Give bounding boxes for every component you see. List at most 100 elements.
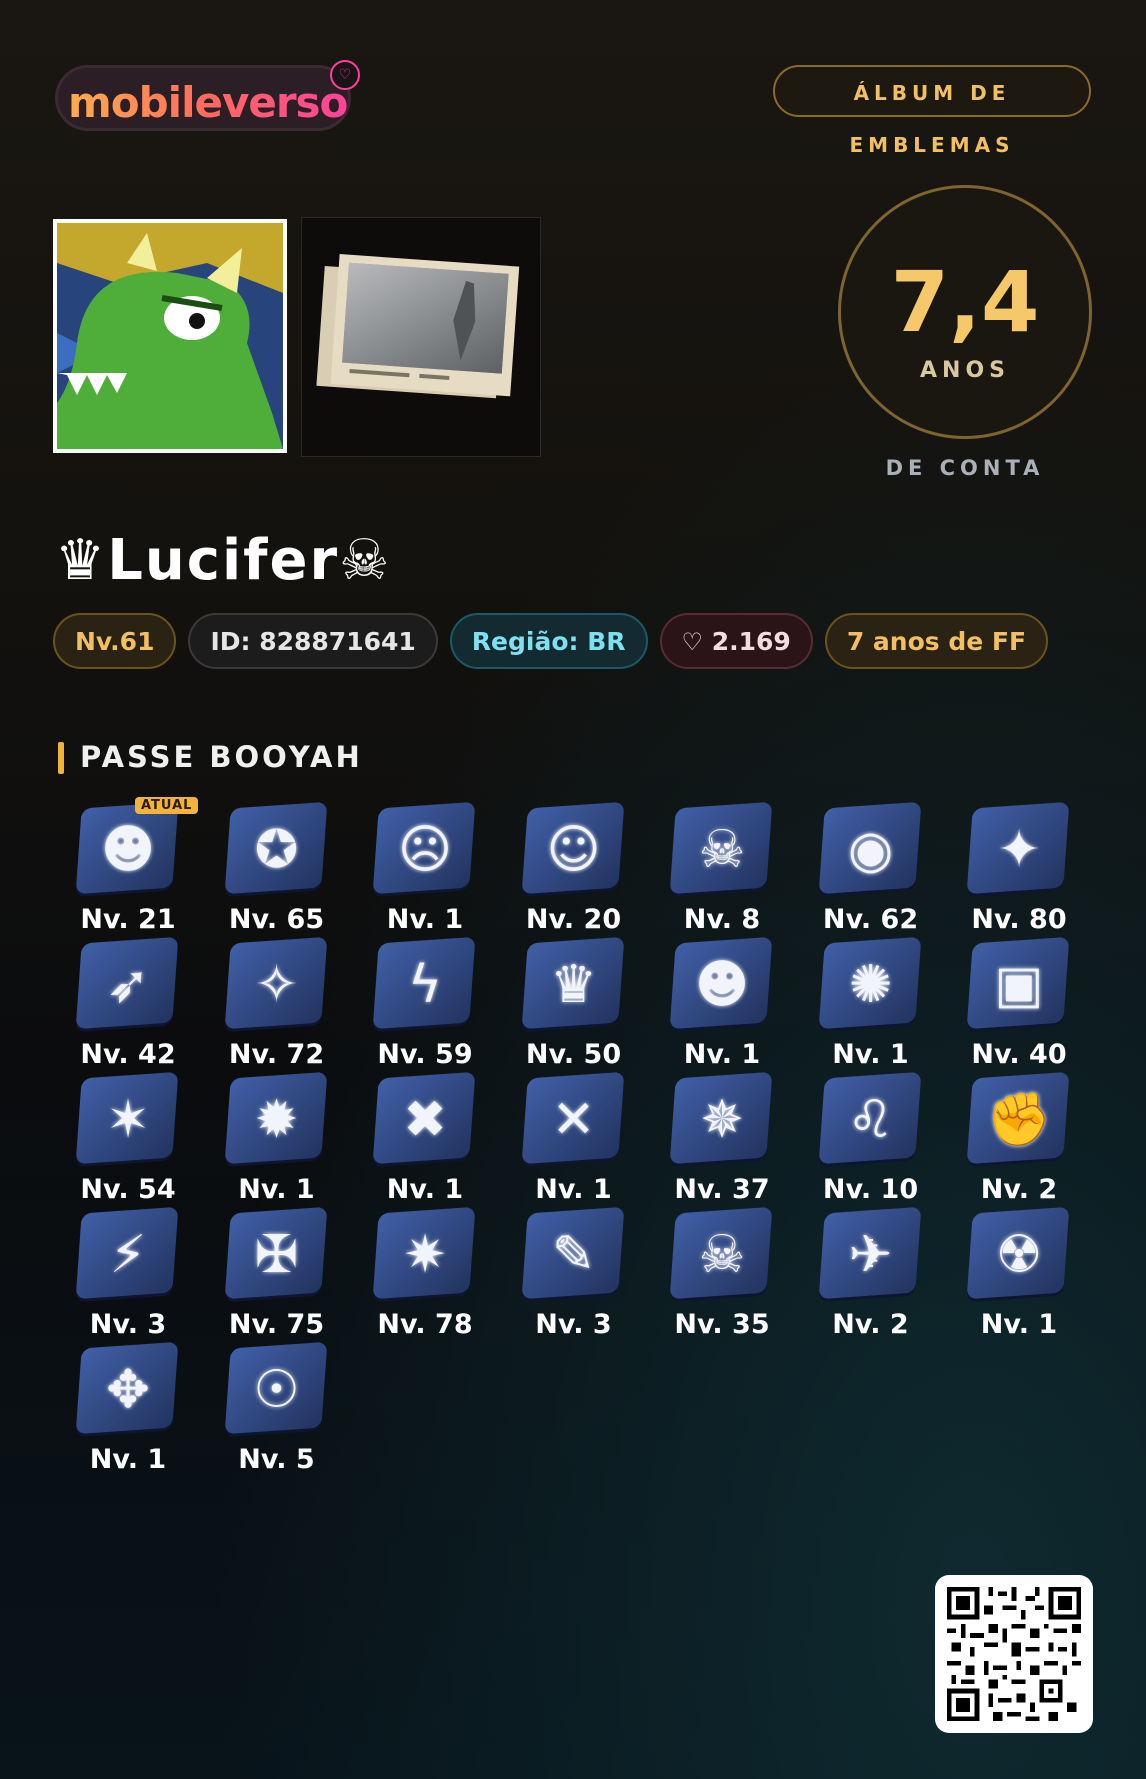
emblem-level: Nv. 75 <box>228 1309 325 1340</box>
emblem-item[interactable]: ATUAL ☻ Nv. 21 <box>54 797 202 947</box>
apple-emblem-icon: ☻ <box>100 820 156 880</box>
emblem-item[interactable]: ✪ Nv. 65 <box>203 797 351 947</box>
region-chip: Região: BR <box>449 613 648 669</box>
player-name: ♛Lucifer☠ <box>55 528 392 593</box>
album-button[interactable]: ÁLBUM DE EMBLEMAS <box>773 65 1091 157</box>
fox-emblem-icon: ✦ <box>997 820 1041 880</box>
emblem-level: Nv. 35 <box>674 1309 770 1340</box>
dinosaur-avatar-icon <box>57 223 283 449</box>
dragon-emblem-icon: ✥ <box>106 1360 150 1420</box>
emblem-item[interactable]: ✺ Nv. 1 <box>797 932 945 1082</box>
emblem-item[interactable]: ✎ Nv. 3 <box>500 1202 648 1352</box>
emblem-item[interactable]: ☹ Nv. 1 <box>351 797 499 947</box>
ghost-emblem-icon: ✧ <box>254 955 299 1015</box>
emblem-item[interactable]: ✵ Nv. 37 <box>648 1067 796 1217</box>
emblem-item[interactable]: ✊ Nv. 2 <box>945 1067 1093 1217</box>
emblem-level: Nv. 62 <box>822 904 919 935</box>
emblem-level: Nv. 1 <box>535 1174 612 1205</box>
emblem-item[interactable]: ✶ Nv. 54 <box>54 1067 202 1217</box>
emblem-item[interactable]: ☠ Nv. 35 <box>648 1202 796 1352</box>
emblem-item[interactable]: ✧ Nv. 72 <box>203 932 351 1082</box>
id-chip: ID: 828871641 <box>188 613 438 669</box>
brand-logo: mobileverso <box>60 72 355 133</box>
emblem-level: Nv. 1 <box>832 1039 909 1070</box>
account-age-value: 7,4 <box>890 253 1040 351</box>
emblem-level: Nv. 3 <box>89 1309 167 1340</box>
robot-box-emblem-icon: ▣ <box>994 955 1044 1015</box>
bee-emblem-icon: ✺ <box>848 955 893 1015</box>
emblem-level: Nv. 2 <box>980 1174 1058 1205</box>
crown-king-emblem-icon: ♛ <box>550 955 597 1015</box>
emblem-level: Nv. 1 <box>386 904 464 935</box>
emblem-item[interactable]: ✕ Nv. 1 <box>500 1067 648 1217</box>
account-age-circle: 7,4 ANOS <box>838 185 1092 439</box>
creature-emblem-icon: ✹ <box>254 1090 299 1150</box>
emblem-item[interactable]: ✠ Nv. 75 <box>203 1202 351 1352</box>
xx-face-emblem-icon: ✖ <box>403 1090 447 1150</box>
emblem-level: Nv. 20 <box>525 904 622 935</box>
emblem-level: Nv. 1 <box>89 1444 167 1475</box>
bow-emblem-icon: ➶ <box>106 955 150 1015</box>
emblem-item[interactable]: ϟ Nv. 59 <box>351 932 499 1082</box>
emblem-item[interactable]: ✈ Nv. 2 <box>797 1202 945 1352</box>
account-age-unit: ANOS <box>920 358 1010 383</box>
emblem-item[interactable]: ☻ Nv. 1 <box>648 932 796 1082</box>
ox-emblem-icon: ✕ <box>551 1090 596 1150</box>
emblem-item[interactable]: ☢ Nv. 1 <box>945 1202 1093 1352</box>
section-title-text: PASSE BOOYAH <box>80 740 363 774</box>
wolf-emblem-icon: ✪ <box>254 820 299 880</box>
emblem-item[interactable]: ▣ Nv. 40 <box>945 932 1093 1082</box>
emblem-item[interactable]: ➶ Nv. 42 <box>54 932 202 1082</box>
emblem-item[interactable]: ☺ Nv. 20 <box>500 797 648 947</box>
crowned-skull-emblem-icon: ☠ <box>698 1225 746 1285</box>
emblem-item[interactable]: ✷ Nv. 78 <box>351 1202 499 1352</box>
splash-emblem-icon: ✶ <box>106 1090 150 1150</box>
emblem-item[interactable]: ✖ Nv. 1 <box>351 1067 499 1217</box>
emblem-level: Nv. 21 <box>80 904 176 935</box>
emblem-level: Nv. 10 <box>822 1174 919 1205</box>
section-accent-bar <box>58 742 64 774</box>
fighter-emblem-icon: ✊ <box>986 1090 1052 1150</box>
ball-emblem-icon: ◉ <box>847 820 894 880</box>
emblem-level: Nv. 1 <box>238 1174 315 1205</box>
spiky-ball-emblem-icon: ✷ <box>403 1225 447 1285</box>
emblem-item[interactable]: ✥ Nv. 1 <box>54 1337 202 1487</box>
years-chip: 7 anos de FF <box>824 613 1049 669</box>
emblem-level: Nv. 42 <box>80 1039 176 1070</box>
emblem-item[interactable]: ✦ Nv. 80 <box>945 797 1093 947</box>
face-emblem-icon: ☹ <box>397 820 453 880</box>
player-banner <box>301 217 541 457</box>
emblem-level: Nv. 2 <box>832 1309 909 1340</box>
emblem-item[interactable]: ☠ Nv. 8 <box>648 797 796 947</box>
player-stats-chips: Nv.61 ID: 828871641 Região: BR ♡ 2.169 7… <box>53 613 1049 669</box>
emblem-item[interactable]: ☉ Nv. 5 <box>203 1337 351 1487</box>
octopus-emblem-icon: ✵ <box>700 1090 744 1150</box>
spray-emblem-icon: ✈ <box>848 1225 893 1285</box>
emblem-item[interactable]: ♛ Nv. 50 <box>500 932 648 1082</box>
leo-emblem-icon: ♌ <box>847 1090 894 1150</box>
likes-chip: ♡ 2.169 <box>659 613 813 669</box>
emblem-level: Nv. 54 <box>80 1174 176 1205</box>
emblem-item[interactable]: ♌ Nv. 10 <box>797 1067 945 1217</box>
section-title: PASSE BOOYAH <box>58 740 363 774</box>
skull-target-emblem-icon: ☠ <box>698 820 746 880</box>
emblem-level: Nv. 5 <box>238 1444 315 1475</box>
emblem-level: Nv. 59 <box>377 1039 473 1070</box>
emblem-item[interactable]: ⚡ Nv. 3 <box>54 1202 202 1352</box>
photo-banner-icon <box>302 218 540 456</box>
claw-emblem-icon: ⚡ <box>109 1225 147 1285</box>
emblem-item[interactable]: ◉ Nv. 62 <box>797 797 945 947</box>
emblem-level: Nv. 3 <box>535 1309 612 1340</box>
helmet-emblem-icon: ☉ <box>253 1360 300 1420</box>
level-chip: Nv.61 <box>53 613 177 669</box>
emblem-level: Nv. 65 <box>228 904 325 935</box>
qr-code-icon <box>947 1587 1081 1721</box>
emblem-level: Nv. 1 <box>386 1174 464 1205</box>
emblem-level: Nv. 8 <box>683 904 761 935</box>
likes-count: 2.169 <box>711 627 791 656</box>
emblem-level: Nv. 1 <box>683 1039 761 1070</box>
account-age-label: DE CONTA <box>885 456 1045 480</box>
warrior-emblem-icon: ✠ <box>254 1225 299 1285</box>
emblem-level: Nv. 1 <box>980 1309 1058 1340</box>
emblem-item[interactable]: ✹ Nv. 1 <box>203 1067 351 1217</box>
